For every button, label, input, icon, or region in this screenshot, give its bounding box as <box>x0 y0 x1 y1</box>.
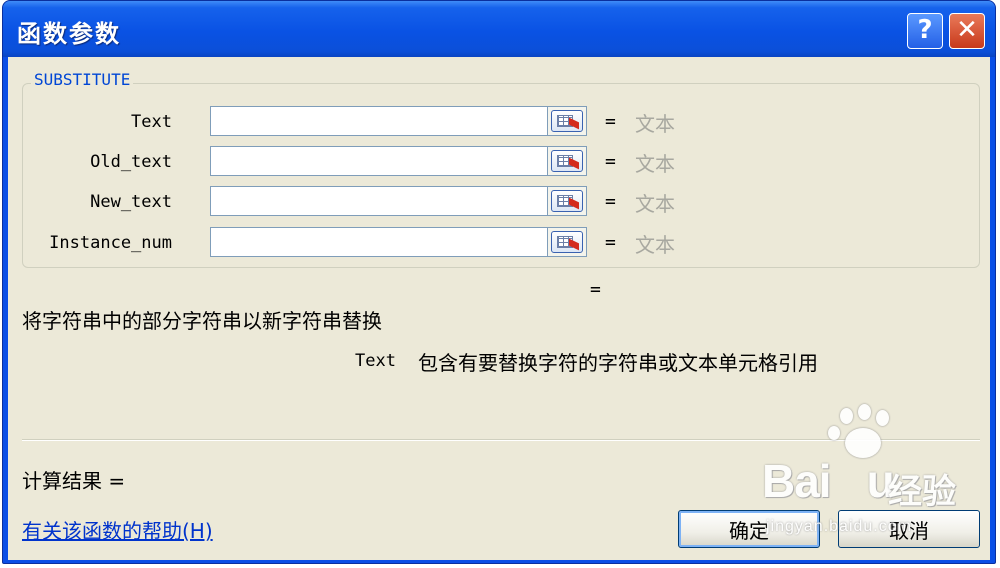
function-result-equals: = <box>590 279 601 300</box>
dialog-window: 函数参数 ? ✕ SUBSTITUTE Text = 文本 Old_text =… <box>2 0 996 564</box>
cancel-button[interactable]: 取消 <box>838 510 980 548</box>
instance-num-ref-button[interactable] <box>547 227 587 257</box>
close-icon: ✕ <box>956 15 978 45</box>
function-description: 将字符串中的部分字符串以新字符串替换 <box>22 309 382 333</box>
dialog-body: SUBSTITUTE Text = 文本 Old_text = 文本 New_t… <box>8 57 990 560</box>
arg-label-old-text: Old_text <box>90 152 172 172</box>
new-text-ref-button[interactable] <box>547 186 587 216</box>
new-text-input[interactable] <box>210 186 548 216</box>
old-text-ref-button[interactable] <box>547 146 587 176</box>
instance-num-input[interactable] <box>210 227 548 257</box>
text-equals: = <box>605 111 616 132</box>
collapse-dialog-icon <box>551 150 583 172</box>
question-icon: ? <box>917 15 933 45</box>
collapse-dialog-icon <box>551 110 583 132</box>
arg-label-text: Text <box>131 112 172 132</box>
arguments-group: SUBSTITUTE Text = 文本 Old_text = 文本 New_t… <box>22 70 980 268</box>
argument-description-text: 包含有要替换字符的字符串或文本单元格引用 <box>418 351 818 375</box>
old-text-hint: 文本 <box>635 152 675 176</box>
function-name: SUBSTITUTE <box>31 70 134 89</box>
new-text-equals: = <box>605 191 616 212</box>
collapse-dialog-icon <box>551 231 583 253</box>
argument-description-name: Text <box>355 351 396 371</box>
function-help-link[interactable]: 有关该函数的帮助(H) <box>22 515 213 544</box>
divider <box>22 439 980 441</box>
arg-label-new-text: New_text <box>90 192 172 212</box>
close-button[interactable]: ✕ <box>949 13 985 49</box>
instance-num-equals: = <box>605 232 616 253</box>
new-text-hint: 文本 <box>635 192 675 216</box>
title-bar[interactable]: 函数参数 ? ✕ <box>3 1 995 57</box>
old-text-equals: = <box>605 151 616 172</box>
collapse-dialog-icon <box>551 190 583 212</box>
instance-num-hint: 文本 <box>635 233 675 257</box>
text-ref-button[interactable] <box>547 106 587 136</box>
ok-button[interactable]: 确定 <box>678 510 820 548</box>
arg-label-instance-num: Instance_num <box>49 233 172 253</box>
old-text-input[interactable] <box>210 146 548 176</box>
calculation-result: 计算结果 = <box>22 469 126 493</box>
window-title: 函数参数 <box>17 20 121 48</box>
text-hint: 文本 <box>635 112 675 136</box>
text-input[interactable] <box>210 106 548 136</box>
help-button[interactable]: ? <box>907 13 943 49</box>
